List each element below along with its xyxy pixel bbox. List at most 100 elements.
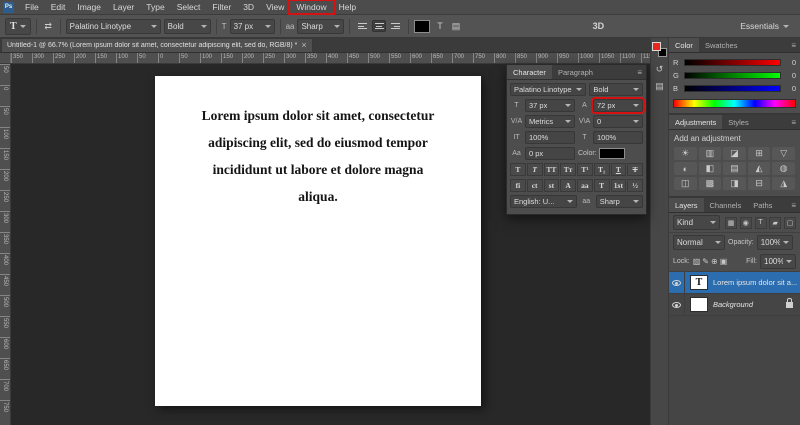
color-slider[interactable] (684, 72, 781, 79)
character-color-swatch[interactable] (598, 148, 625, 159)
baseline-shift-input[interactable]: 0 px (525, 147, 575, 160)
color-ramp[interactable] (673, 99, 796, 108)
menu-item-type[interactable]: Type (140, 1, 170, 13)
menu-item-filter[interactable]: Filter (206, 1, 237, 13)
language-select[interactable]: English: U... (510, 195, 577, 208)
ordinals-icon[interactable]: 1st (610, 179, 627, 192)
filter-smart-objects-icon[interactable]: ▢ (784, 216, 796, 229)
color-balance-icon[interactable]: ◧ (698, 162, 722, 175)
faux-bold-icon[interactable]: T (510, 163, 526, 176)
tab-styles[interactable]: Styles (722, 115, 754, 129)
titling-alternates-icon[interactable]: T (593, 179, 610, 192)
toggle-character-panel-icon[interactable]: ▤ (449, 20, 462, 33)
levels-icon[interactable]: ▥ (698, 147, 722, 160)
black-white-icon[interactable]: ▤ (723, 162, 746, 175)
channel-mixer-icon[interactable]: ◍ (772, 162, 795, 175)
menu-item-select[interactable]: Select (171, 1, 207, 13)
color-chips-icon[interactable] (652, 42, 667, 57)
menu-item-layer[interactable]: Layer (107, 1, 140, 13)
layer-row[interactable]: Background (669, 294, 800, 316)
invert-icon[interactable]: ▩ (698, 177, 722, 190)
properties-icon[interactable]: ▤ (655, 81, 664, 92)
contextual-alternates-icon[interactable]: ct (526, 179, 543, 192)
brightness-contrast-icon[interactable]: ☀ (674, 147, 697, 160)
warp-text-icon[interactable]: T (433, 20, 446, 32)
color-slider[interactable] (684, 85, 781, 92)
font-size-select[interactable]: 37 px (229, 18, 275, 34)
char-font-style-select[interactable]: Bold (589, 83, 643, 96)
document-text-block[interactable]: Lorem ipsum dolor sit amet, consectetur a… (155, 76, 481, 210)
strikethrough-icon[interactable]: T (627, 163, 643, 176)
tab-color[interactable]: Color (669, 38, 699, 52)
close-tab-icon[interactable]: × (301, 41, 306, 50)
stylistic-alternates-icon[interactable]: aa (577, 179, 593, 192)
panel-menu-icon[interactable]: ≡ (787, 115, 800, 129)
subscript-icon[interactable]: T₁ (593, 163, 610, 176)
filter-adjustment-layers-icon[interactable]: ◉ (739, 216, 752, 229)
underline-icon[interactable]: T (610, 163, 627, 176)
ligatures-icon[interactable]: fi (510, 179, 526, 192)
selective-color-icon[interactable]: ◮ (772, 177, 795, 190)
visibility-toggle[interactable] (669, 272, 685, 293)
filter-shape-layers-icon[interactable]: ▰ (769, 216, 782, 229)
curves-icon[interactable]: ◪ (723, 147, 746, 160)
color-lookup-icon[interactable]: ◫ (674, 177, 697, 190)
foreground-color-chip[interactable] (652, 42, 661, 51)
menu-item-view[interactable]: View (260, 1, 290, 13)
small-caps-icon[interactable]: Tт (560, 163, 576, 176)
font-style-select[interactable]: Bold (163, 18, 211, 34)
lock-pixels-icon[interactable]: ✎ (702, 257, 709, 266)
fill-select[interactable]: 100% (760, 254, 796, 269)
tab-character[interactable]: Character (507, 65, 552, 79)
menu-item-image[interactable]: Image (71, 1, 107, 13)
color-slider[interactable] (684, 59, 781, 66)
text-color-swatch[interactable] (414, 19, 431, 33)
document-tab[interactable]: Untitled-1 @ 66.7% (Lorem ipsum dolor si… (1, 38, 313, 52)
text-orientation-icon[interactable]: ⇄ (42, 20, 55, 33)
filter-type-layers-icon[interactable]: T (754, 216, 767, 229)
filter-pixel-layers-icon[interactable]: ▦ (725, 216, 737, 229)
align-left-icon[interactable] (355, 20, 369, 32)
menu-item-edit[interactable]: Edit (45, 1, 72, 13)
anti-alias-select[interactable]: Sharp (297, 18, 345, 34)
align-right-icon[interactable] (389, 20, 403, 32)
tab-channels[interactable]: Channels (704, 198, 748, 212)
posterize-icon[interactable]: ◨ (723, 177, 746, 190)
workspace-button[interactable]: Essentials (734, 19, 795, 33)
lock-all-icon[interactable]: ▣ (720, 257, 728, 266)
lock-transparency-icon[interactable]: ▨ (693, 257, 701, 266)
all-caps-icon[interactable]: TT (543, 163, 560, 176)
align-center-icon[interactable] (372, 20, 387, 32)
vertical-scale-input[interactable]: 100% (525, 131, 575, 144)
threshold-icon[interactable]: ⊟ (747, 177, 771, 190)
tab-layers[interactable]: Layers (669, 198, 704, 212)
horizontal-scale-input[interactable]: 100% (593, 131, 643, 144)
panel-menu-icon[interactable]: ≡ (787, 198, 800, 212)
superscript-icon[interactable]: T¹ (577, 163, 593, 176)
menu-item-3d[interactable]: 3D (237, 1, 260, 13)
layer-row[interactable]: T Lorem ipsum dolor sit a... (669, 272, 800, 294)
font-family-select[interactable]: Palatino Linotype (65, 18, 161, 34)
panel-menu-icon[interactable]: ≡ (787, 38, 800, 52)
tab-paths[interactable]: Paths (747, 198, 778, 212)
char-anti-alias-select[interactable]: Sharp (595, 195, 643, 208)
layer-filter-select[interactable]: Kind (673, 215, 720, 230)
blend-mode-select[interactable]: Normal (673, 235, 725, 250)
fractions-icon[interactable]: ½ (627, 179, 643, 192)
document-page[interactable]: Lorem ipsum dolor sit amet, consectetur a… (155, 76, 481, 406)
kerning-select[interactable]: Metrics (525, 115, 575, 128)
faux-italic-icon[interactable]: T (526, 163, 543, 176)
opacity-select[interactable]: 100% (756, 235, 793, 250)
hue-saturation-icon[interactable]: ◐ (674, 162, 697, 175)
char-font-family-select[interactable]: Palatino Linotype (510, 83, 587, 96)
swash-icon[interactable]: A (560, 179, 576, 192)
visibility-toggle[interactable] (669, 294, 685, 315)
history-icon[interactable]: ↺ (656, 64, 664, 75)
tab-swatches[interactable]: Swatches (699, 38, 744, 52)
menu-item-window[interactable]: Window (288, 0, 335, 15)
char-font-size-select[interactable]: 37 px (525, 99, 575, 112)
ruler-origin[interactable] (0, 53, 11, 63)
tab-paragraph[interactable]: Paragraph (552, 65, 599, 79)
lock-position-icon[interactable]: ⊕ (711, 257, 718, 266)
panel-menu-icon[interactable]: ≡ (633, 65, 646, 79)
